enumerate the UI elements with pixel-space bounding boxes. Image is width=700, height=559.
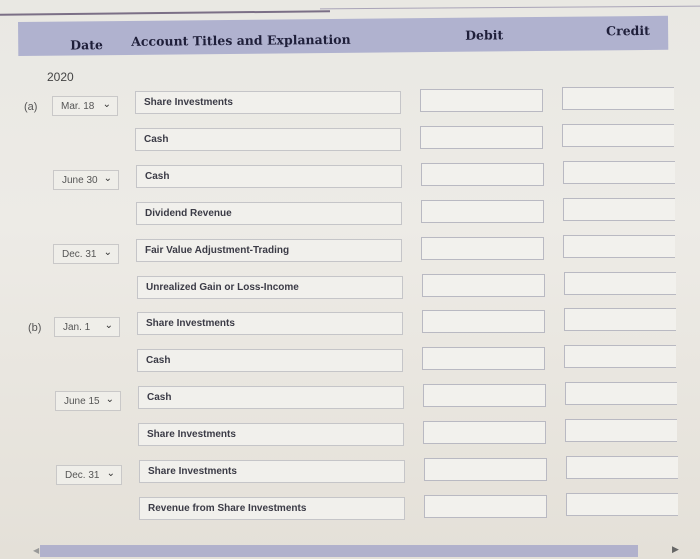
debit-input[interactable] [424, 495, 547, 518]
chevron-down-icon: ⌄ [104, 320, 113, 331]
account-title-input[interactable]: Unrealized Gain or Loss-Income [137, 276, 403, 299]
account-title-input[interactable]: Cash [138, 386, 404, 409]
account-title-input[interactable]: Cash [137, 349, 403, 372]
date-select[interactable]: Mar. 18 ⌄ [52, 96, 118, 116]
scroll-right-icon[interactable]: ▶ [672, 544, 679, 555]
chevron-down-icon: ⌄ [106, 468, 115, 479]
header-credit: Credit [606, 22, 650, 39]
credit-input[interactable] [566, 493, 678, 516]
top-divider [0, 10, 331, 16]
debit-input[interactable] [421, 200, 544, 223]
credit-input[interactable] [565, 382, 677, 405]
account-title-input[interactable]: Share Investments [135, 91, 401, 114]
horizontal-scrollbar[interactable] [40, 545, 638, 557]
account-title-input[interactable]: Dividend Revenue [136, 202, 402, 225]
date-select[interactable]: Jan. 1 ⌄ [54, 317, 120, 337]
debit-input[interactable] [422, 274, 545, 297]
date-select[interactable]: June 30 ⌄ [53, 170, 119, 190]
account-title-input[interactable]: Cash [135, 128, 401, 151]
credit-input[interactable] [564, 308, 676, 331]
part-b-label: (b) [28, 322, 42, 334]
account-title-input[interactable]: Fair Value Adjustment-Trading [136, 239, 402, 262]
date-select-value: Dec. 31 [62, 249, 97, 260]
credit-input[interactable] [563, 198, 675, 221]
part-a-label: (a) [24, 101, 38, 113]
date-select-value: Dec. 31 [65, 470, 100, 481]
debit-input[interactable] [420, 89, 543, 112]
chevron-down-icon: ⌄ [102, 99, 111, 110]
account-title-input[interactable]: Share Investments [139, 460, 405, 483]
account-title-input[interactable]: Revenue from Share Investments [139, 497, 405, 520]
credit-input[interactable] [562, 87, 674, 110]
scroll-left-icon[interactable]: ◀ [33, 546, 39, 555]
account-title-input[interactable]: Share Investments [138, 423, 404, 446]
date-select[interactable]: Dec. 31 ⌄ [56, 465, 122, 485]
credit-input[interactable] [565, 419, 677, 442]
credit-input[interactable] [563, 235, 675, 258]
debit-input[interactable] [424, 458, 547, 481]
chevron-down-icon: ⌄ [103, 247, 112, 258]
credit-input[interactable] [564, 272, 676, 295]
account-title-input[interactable]: Share Investments [137, 312, 403, 335]
header-account-titles: Account Titles and Explanation [131, 31, 351, 49]
date-select-value: Jan. 1 [63, 322, 91, 333]
date-select-value: June 30 [62, 175, 98, 186]
credit-input[interactable] [562, 124, 674, 147]
header-date: Date [70, 37, 103, 53]
top-divider-secondary [320, 5, 700, 10]
chevron-down-icon: ⌄ [105, 394, 114, 405]
chevron-down-icon: ⌄ [103, 173, 112, 184]
table-header: Date Account Titles and Explanation Debi… [18, 15, 669, 56]
date-select[interactable]: June 15 ⌄ [55, 391, 121, 411]
debit-input[interactable] [423, 384, 546, 407]
account-title-input[interactable]: Cash [136, 165, 402, 188]
date-select-value: June 15 [64, 396, 100, 407]
debit-input[interactable] [421, 163, 544, 186]
date-select[interactable]: Dec. 31 ⌄ [53, 244, 119, 264]
credit-input[interactable] [566, 456, 678, 479]
debit-input[interactable] [423, 421, 546, 444]
debit-input[interactable] [421, 237, 544, 260]
credit-input[interactable] [563, 161, 675, 184]
year-label: 2020 [47, 70, 74, 84]
debit-input[interactable] [422, 347, 545, 370]
header-debit: Debit [465, 27, 504, 43]
date-select-value: Mar. 18 [61, 101, 95, 112]
debit-input[interactable] [420, 126, 543, 149]
credit-input[interactable] [564, 345, 676, 368]
debit-input[interactable] [422, 310, 545, 333]
